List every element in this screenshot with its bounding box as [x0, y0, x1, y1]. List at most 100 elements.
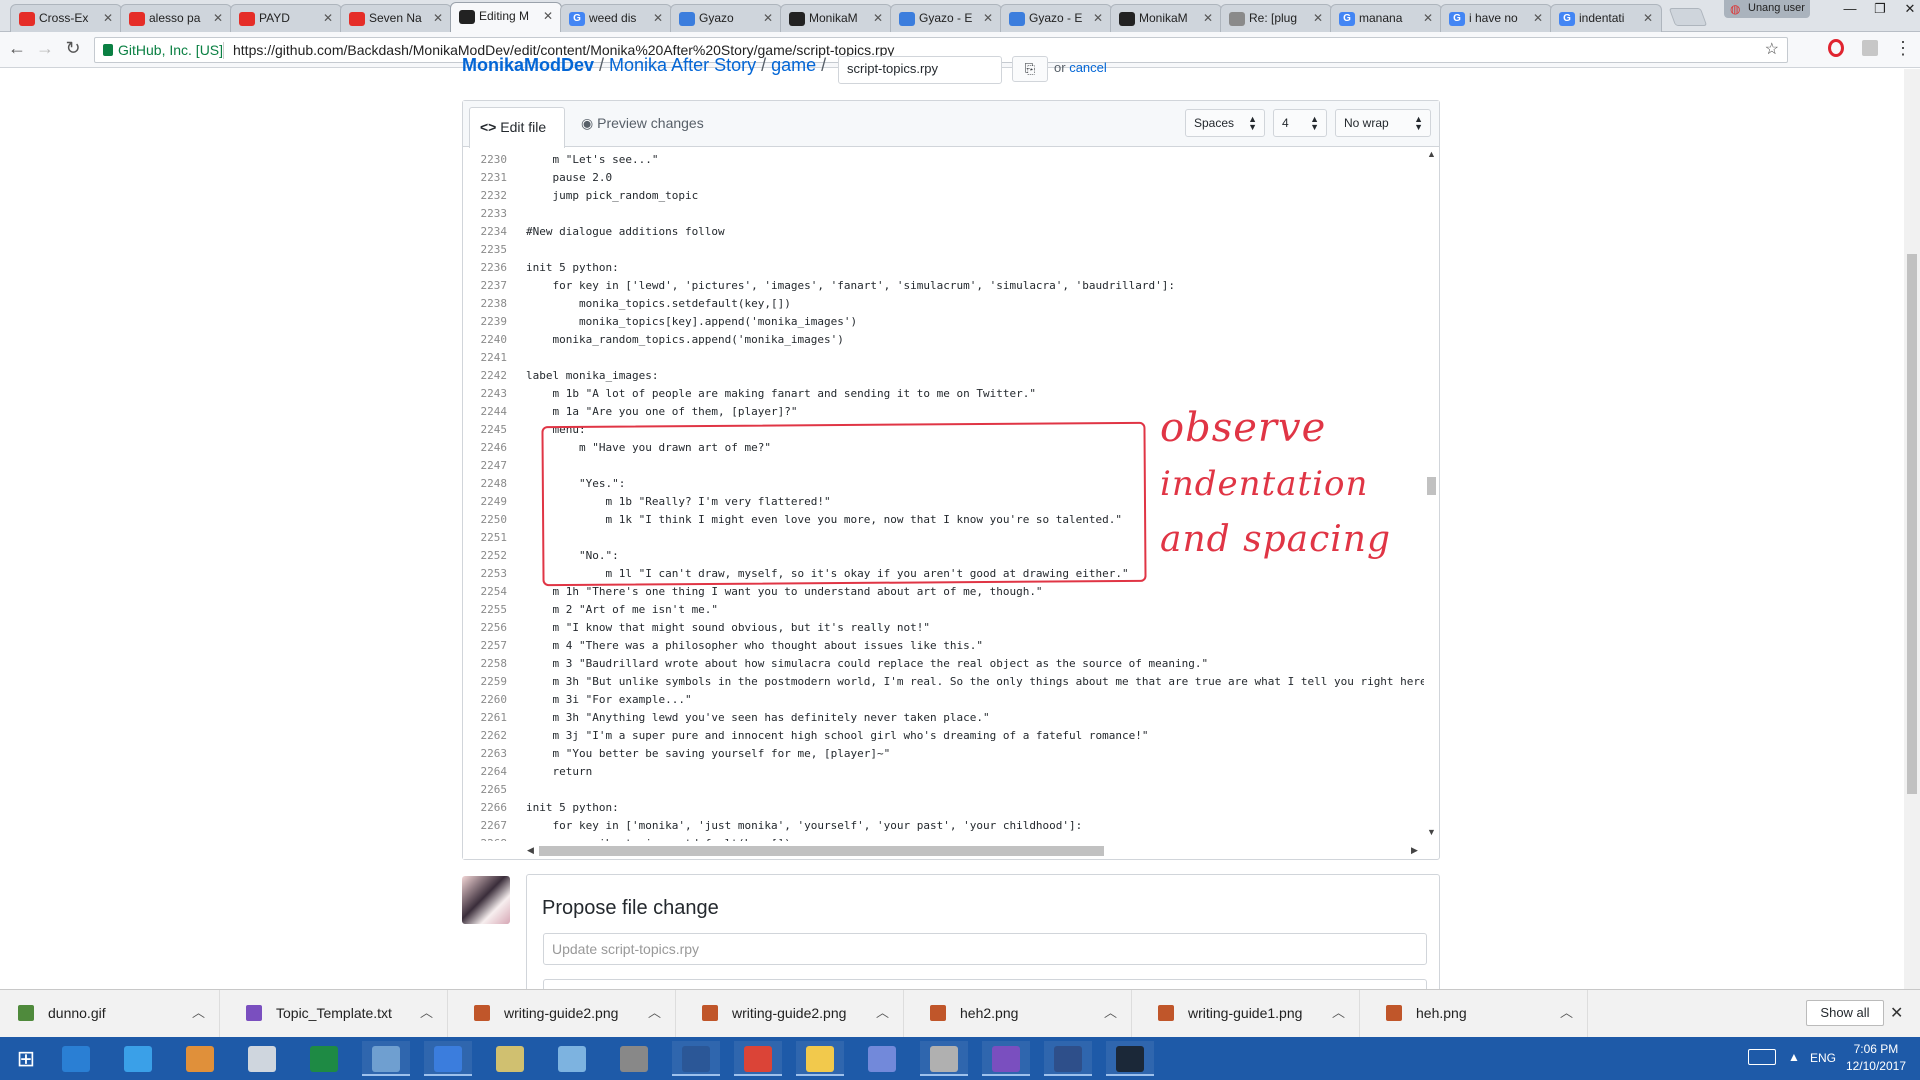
- taskbar-app-airplane-app[interactable]: [238, 1041, 286, 1076]
- forward-button[interactable]: →: [34, 38, 56, 60]
- taskbar-app-excel-app[interactable]: [300, 1041, 348, 1076]
- reload-button[interactable]: ↻: [62, 38, 84, 60]
- close-tab-icon[interactable]: ✕: [323, 11, 333, 25]
- close-tab-icon[interactable]: ✕: [653, 11, 663, 25]
- browser-tab[interactable]: Re: [plug ✕: [1220, 4, 1332, 32]
- browser-tab[interactable]: Editing M ✕: [450, 2, 562, 32]
- menu-kebab-icon[interactable]: ⋮: [1894, 38, 1912, 59]
- taskbar-app-start[interactable]: ⊞: [2, 1041, 50, 1076]
- chevron-up-icon[interactable]: ︿: [1104, 990, 1117, 1036]
- bookmark-star-icon[interactable]: ☆: [1765, 38, 1779, 62]
- cancel-link[interactable]: cancel: [1069, 60, 1107, 75]
- code-line[interactable]: 2230 m "Let's see...": [463, 151, 1423, 169]
- opera-extension-icon[interactable]: [1828, 39, 1844, 57]
- code-line[interactable]: 2232 jump pick_random_topic: [463, 187, 1423, 205]
- scroll-up-arrow-icon[interactable]: ▲: [1427, 149, 1436, 159]
- code-line[interactable]: 2238 monika_topics.setdefault(key,[]): [463, 295, 1423, 313]
- chevron-up-icon[interactable]: ︿: [648, 990, 661, 1036]
- secure-indicator[interactable]: GitHub, Inc. [US]: [103, 38, 223, 62]
- browser-tab[interactable]: Seven Na ✕: [340, 4, 452, 32]
- browser-tab[interactable]: Gindentati ✕: [1550, 4, 1662, 32]
- code-line[interactable]: 2264 return: [463, 763, 1423, 781]
- code-line[interactable]: 2240 monika_random_topics.append('monika…: [463, 331, 1423, 349]
- code-line[interactable]: 2234 #New dialogue additions follow: [463, 223, 1423, 241]
- taskbar-app-image-viewer[interactable]: [548, 1041, 596, 1076]
- upload-button[interactable]: ⎘: [1012, 56, 1048, 82]
- code-line[interactable]: 2261 m 3h "Anything lewd you've seen has…: [463, 709, 1423, 727]
- chevron-up-icon[interactable]: ︿: [420, 990, 433, 1036]
- download-item[interactable]: writing-guide2.png ︿: [684, 990, 904, 1038]
- close-tab-icon[interactable]: ✕: [543, 9, 553, 23]
- taskbar-app-word-app[interactable]: [672, 1041, 720, 1076]
- code-line[interactable]: 2254 m 1h "There's one thing I want you …: [463, 583, 1423, 601]
- browser-tab[interactable]: Gmanana ✕: [1330, 4, 1442, 32]
- code-line[interactable]: 2259 m 3h "But unlike symbols in the pos…: [463, 673, 1425, 691]
- browser-tab[interactable]: Cross-Ex ✕: [10, 4, 122, 32]
- back-button[interactable]: ←: [6, 38, 28, 60]
- chevron-up-icon[interactable]: ︿: [1560, 990, 1573, 1036]
- taskbar-app-paint-app[interactable]: [486, 1041, 534, 1076]
- breadcrumb-repo-link[interactable]: MonikaModDev: [462, 55, 594, 75]
- code-line[interactable]: 2233: [463, 205, 1423, 223]
- browser-tab[interactable]: MonikaM ✕: [1110, 4, 1222, 32]
- download-item[interactable]: writing-guide2.png ︿: [456, 990, 676, 1038]
- close-window-button[interactable]: ✕: [1890, 0, 1920, 20]
- profile-badge[interactable]: ◍ Unang user: [1724, 0, 1810, 18]
- chevron-up-icon[interactable]: ︿: [1332, 990, 1345, 1036]
- close-tab-icon[interactable]: ✕: [983, 11, 993, 25]
- taskbar-app-capture-app[interactable]: [920, 1041, 968, 1076]
- taskbar-app-visual-studio-app[interactable]: [982, 1041, 1030, 1076]
- code-line[interactable]: 2258 m 3 "Baudrillard wrote about how si…: [463, 655, 1423, 673]
- close-tab-icon[interactable]: ✕: [1203, 11, 1213, 25]
- browser-tab[interactable]: Gyazo - E ✕: [1000, 4, 1112, 32]
- taskbar-app-chess-app[interactable]: [610, 1041, 658, 1076]
- taskbar-app-control-panel[interactable]: [362, 1041, 410, 1076]
- chevron-up-icon[interactable]: ︿: [876, 990, 889, 1036]
- close-tab-icon[interactable]: ✕: [1533, 11, 1543, 25]
- language-indicator[interactable]: ENG: [1810, 1051, 1836, 1065]
- code-line[interactable]: 2262 m 3j "I'm a super pure and innocent…: [463, 727, 1423, 745]
- taskbar-app-installer[interactable]: [176, 1041, 224, 1076]
- download-item[interactable]: dunno.gif ︿: [0, 990, 220, 1038]
- wrap-mode-select[interactable]: No wrap ▲ ▼: [1335, 109, 1431, 137]
- close-tab-icon[interactable]: ✕: [1093, 11, 1103, 25]
- tab-preview-changes[interactable]: ◉ Preview changes: [581, 115, 704, 132]
- tab-edit-file[interactable]: <> Edit file: [469, 107, 565, 148]
- taskbar-app-gyazo-app[interactable]: [424, 1041, 472, 1076]
- tray-chevron-icon[interactable]: ▲: [1788, 1050, 1800, 1064]
- close-tab-icon[interactable]: ✕: [763, 11, 773, 25]
- show-all-downloads-button[interactable]: Show all: [1806, 1000, 1884, 1026]
- close-tab-icon[interactable]: ✕: [1643, 11, 1653, 25]
- code-line[interactable]: 2265: [463, 781, 1423, 799]
- browser-tab[interactable]: MonikaM ✕: [780, 4, 892, 32]
- browser-tab[interactable]: alesso pa ✕: [120, 4, 232, 32]
- close-tab-icon[interactable]: ✕: [213, 11, 223, 25]
- code-line[interactable]: 2242 label monika_images:: [463, 367, 1423, 385]
- editor-vscroll-thumb[interactable]: [1427, 477, 1436, 495]
- download-item[interactable]: writing-guide1.png ︿: [1140, 990, 1360, 1038]
- code-line[interactable]: 2257 m 4 "There was a philosopher who th…: [463, 637, 1423, 655]
- clock[interactable]: 7:06 PM 12/10/2017: [1846, 1041, 1906, 1075]
- browser-tab[interactable]: PAYD ✕: [230, 4, 342, 32]
- code-line[interactable]: 2266 init 5 python:: [463, 799, 1423, 817]
- scroll-left-arrow-icon[interactable]: ◀: [527, 845, 534, 856]
- taskbar-app-chrome-app[interactable]: [734, 1041, 782, 1076]
- extension-icon[interactable]: [1862, 40, 1878, 56]
- code-line[interactable]: 2239 monika_topics[key].append('monika_i…: [463, 313, 1423, 331]
- close-tab-icon[interactable]: ✕: [433, 11, 443, 25]
- code-line[interactable]: 2255 m 2 "Art of me isn't me.": [463, 601, 1423, 619]
- close-tab-icon[interactable]: ✕: [1423, 11, 1433, 25]
- code-line[interactable]: 2231 pause 2.0: [463, 169, 1423, 187]
- code-line[interactable]: 2237 for key in ['lewd', 'pictures', 'im…: [463, 277, 1423, 295]
- editor-horizontal-scrollbar[interactable]: ◀ ▶: [463, 841, 1424, 859]
- breadcrumb-dir-link[interactable]: game: [771, 55, 816, 75]
- scroll-right-arrow-icon[interactable]: ▶: [1411, 845, 1418, 856]
- close-tab-icon[interactable]: ✕: [1313, 11, 1323, 25]
- code-line[interactable]: 2235: [463, 241, 1423, 259]
- breadcrumb-dir-link[interactable]: Monika After Story: [609, 55, 756, 75]
- close-download-bar-icon[interactable]: ✕: [1890, 1003, 1903, 1023]
- download-item[interactable]: Topic_Template.txt ︿: [228, 990, 448, 1038]
- close-tab-icon[interactable]: ✕: [873, 11, 883, 25]
- scroll-down-arrow-icon[interactable]: ▼: [1427, 827, 1436, 837]
- chevron-up-icon[interactable]: ︿: [192, 990, 205, 1036]
